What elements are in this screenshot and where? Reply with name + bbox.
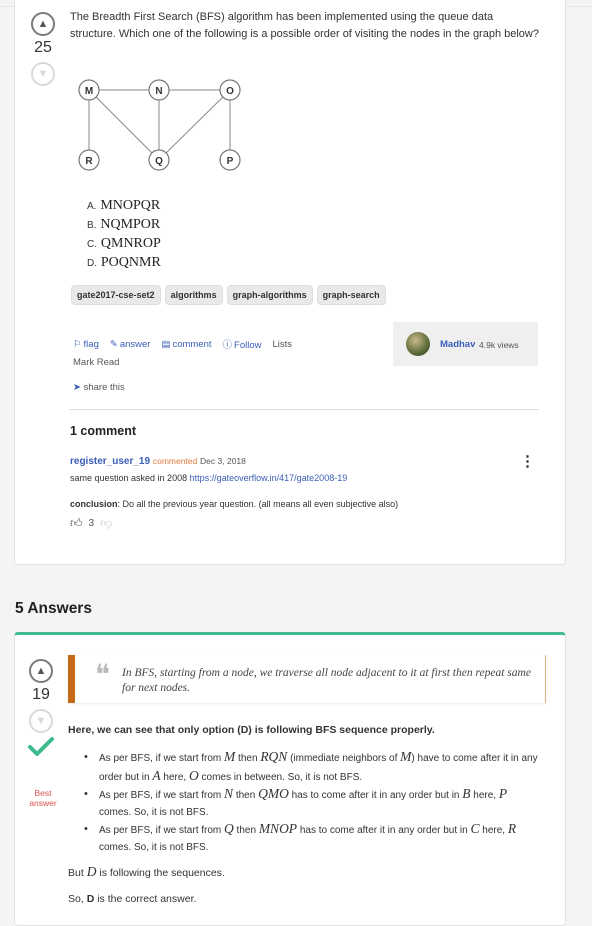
thumbs-down-icon[interactable]: 👎︎	[100, 516, 112, 531]
upvote-icon[interactable]: ▲	[29, 659, 53, 683]
option-d: D. POQNMR	[87, 255, 161, 270]
graph-label-r: R	[85, 156, 93, 167]
question-actions: ⚐ flag ✎ answer ▤ comment ⓘ Follow Lists	[73, 337, 292, 352]
comment-user[interactable]: register_user_19	[70, 456, 150, 467]
graph-label-o: O	[226, 86, 234, 97]
answer-tail-1: But D is following the sequences.	[68, 864, 225, 879]
question-vote-box: ▲ 25 ▼	[30, 12, 56, 86]
comment-votes: 👍︎ 3 👎︎	[70, 516, 112, 531]
checkmark-icon	[28, 737, 54, 756]
comment-meta: register_user_19 commented Dec 3, 2018	[70, 456, 246, 467]
author-box: Madhav 4.9k views	[393, 322, 538, 366]
flag-icon: ⚐	[73, 338, 82, 350]
tag-list: gate2017-cse-set2 algorithms graph-algor…	[71, 285, 386, 305]
graph-label-n: N	[155, 86, 162, 97]
lists-button[interactable]: Lists	[272, 339, 292, 350]
graph-label-p: P	[227, 156, 234, 167]
comment-text: same question asked in 2008 https://gate…	[70, 473, 348, 483]
answer-bullets: As per BFS, if we start from M then RQN …	[82, 749, 542, 856]
graph-diagram: M N O R Q P	[78, 79, 241, 171]
follow-button[interactable]: ⓘ Follow	[223, 337, 262, 351]
answer-vote-box: ▲ 19 ▼	[28, 659, 54, 733]
comment-link[interactable]: https://gateoverflow.in/417/gate2008-19	[190, 473, 348, 483]
comment-verb: commented	[152, 456, 198, 466]
option-b: B. NQMPOR	[87, 217, 161, 232]
best-answer-label: Best answer	[29, 788, 57, 808]
avatar[interactable]	[406, 332, 430, 356]
divider	[69, 409, 539, 410]
option-c: C. QMNROP	[87, 236, 161, 251]
comments-heading: 1 comment	[70, 424, 136, 438]
view-count: 4.9k views	[479, 340, 519, 350]
answer-quote: ❝ In BFS, starting from a node, we trave…	[68, 655, 546, 703]
answer-icon: ✎	[109, 338, 118, 350]
comment-icon: ▤	[161, 338, 171, 350]
tag[interactable]: gate2017-cse-set2	[71, 285, 161, 305]
answers-heading: 5 Answers	[15, 600, 92, 617]
quote-icon: ❝	[95, 658, 111, 691]
comment-date: Dec 3, 2018	[200, 456, 246, 466]
comment-conclusion: conclusion: Do all the previous year que…	[70, 499, 399, 509]
share-icon: ➤	[73, 382, 81, 393]
downvote-icon[interactable]: ▼	[31, 62, 55, 86]
option-a: A. MNOPQR	[87, 198, 161, 213]
list-item: As per BFS, if we start from M then RQN …	[82, 749, 542, 786]
tag[interactable]: algorithms	[164, 285, 223, 305]
downvote-icon[interactable]: ▼	[29, 709, 53, 733]
flag-button[interactable]: ⚐ flag	[73, 339, 99, 350]
quote-text: In BFS, starting from a node, we travers…	[122, 667, 531, 694]
answer-tail-2: So, D is the correct answer.	[68, 893, 197, 905]
list-item: As per BFS, if we start from Q then MNOP…	[82, 821, 542, 856]
answer-lead: Here, we can see that only option (D) is…	[68, 724, 435, 736]
options-list: A. MNOPQR B. NQMPOR C. QMNROP D. POQNMR	[87, 196, 161, 272]
question-circle-icon: ⓘ	[222, 340, 233, 351]
thumbs-up-icon[interactable]: 👍︎	[70, 516, 83, 531]
upvote-icon[interactable]: ▲	[31, 12, 55, 36]
answer-button[interactable]: ✎ answer	[110, 339, 151, 350]
mark-read-button[interactable]: Mark Read	[73, 357, 119, 368]
tag[interactable]: graph-search	[316, 285, 386, 305]
comment-button[interactable]: ▤ comment	[161, 339, 211, 350]
question-text: The Breadth First Search (BFS) algorithm…	[70, 11, 539, 40]
tag[interactable]: graph-algorithms	[226, 285, 313, 305]
list-item: As per BFS, if we start from N then QMO …	[82, 786, 542, 821]
answer-vote-count: 19	[32, 686, 50, 703]
question-vote-count: 25	[34, 39, 52, 56]
author-name[interactable]: Madhav	[440, 339, 475, 350]
graph-label-q: Q	[155, 156, 163, 167]
more-options-icon[interactable]: ⋮	[520, 454, 535, 469]
comment-upvote-count: 3	[88, 518, 95, 529]
graph-label-m: M	[85, 86, 93, 97]
share-button[interactable]: ➤ share this	[73, 382, 125, 393]
